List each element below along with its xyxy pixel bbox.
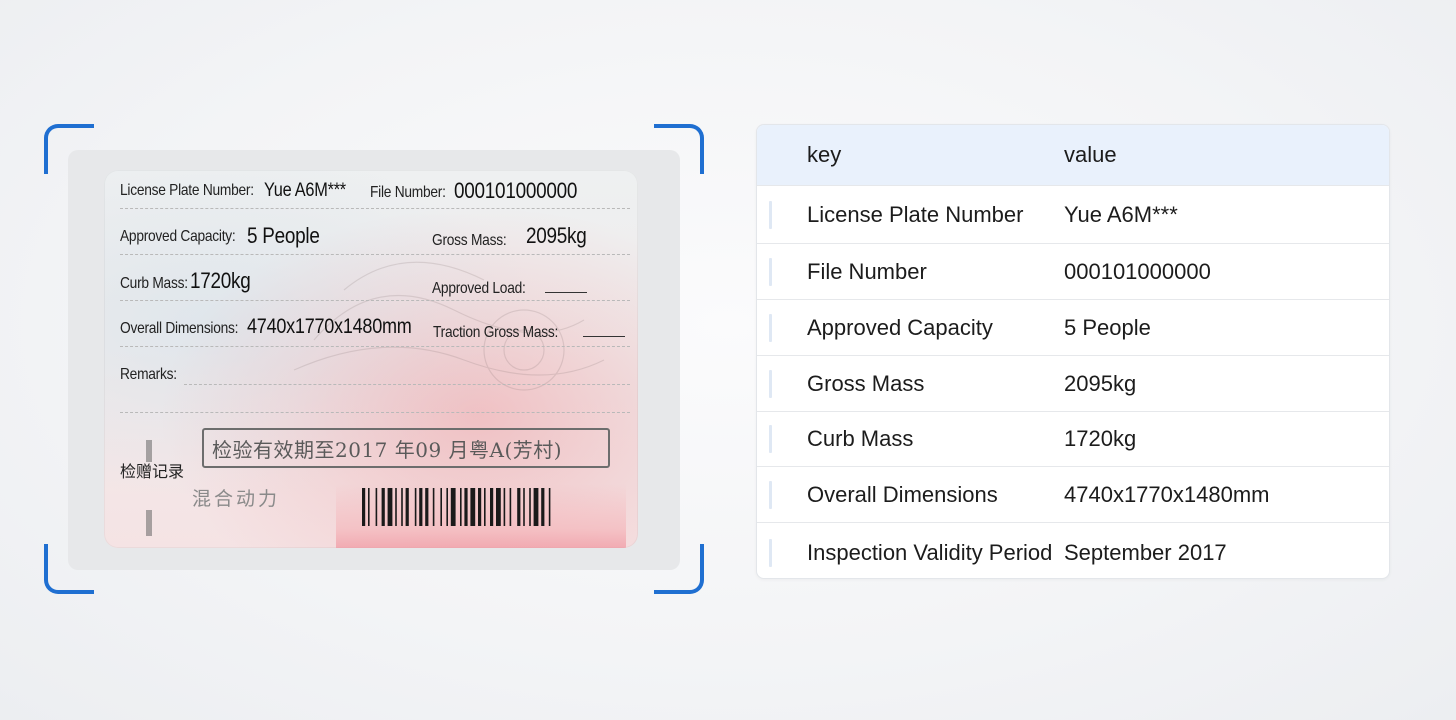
row-marker (769, 539, 772, 567)
remarks-label: Remarks: (120, 366, 177, 383)
row-value: 000101000000 (1064, 258, 1211, 284)
table-row[interactable]: Curb Mass 1720kg (757, 411, 1389, 466)
traction-gross-mass-blank (582, 322, 625, 337)
overall-dimensions-label: Overall Dimensions: (120, 320, 239, 337)
hybrid-label: 混合动力 (192, 488, 281, 510)
overall-dimensions-line: Overall Dimensions: (120, 320, 257, 338)
edge-mark (146, 510, 152, 536)
traction-gross-mass-line: Traction Gross Mass: (433, 322, 625, 342)
file-number-value: 000101000000 (454, 178, 578, 203)
row-marker (769, 257, 772, 286)
gross-mass-line: Gross Mass: (432, 232, 519, 250)
dotted-rule (120, 254, 630, 255)
approved-capacity-line: Approved Capacity: (120, 228, 254, 246)
row-marker (769, 369, 772, 398)
row-value: Yue A6M*** (1064, 201, 1178, 227)
table-row[interactable]: Inspection Validity Period September 201… (757, 522, 1389, 578)
table-row[interactable]: Approved Capacity 5 People (757, 299, 1389, 355)
inspection-record-label: 检赠记录 (120, 462, 185, 481)
overall-dimensions-value: 4740x1770x1480mm (247, 315, 412, 338)
license-plate-line: License Plate Number: (120, 182, 276, 200)
row-key: Overall Dimensions (807, 481, 998, 507)
row-marker (769, 480, 772, 509)
table-row[interactable]: Overall Dimensions 4740x1770x1480mm (757, 466, 1389, 522)
row-key: License Plate Number (807, 201, 1024, 227)
curb-mass-value-wrap: 1720kg (190, 268, 260, 294)
file-number-label: File Number: (370, 184, 446, 201)
approved-capacity-label: Approved Capacity: (120, 228, 236, 245)
traction-gross-mass-label: Traction Gross Mass: (433, 324, 559, 341)
row-key: Curb Mass (807, 426, 914, 451)
approved-load-line: Approved Load: (432, 278, 587, 298)
header-value: value (1064, 142, 1117, 167)
dotted-rule (120, 346, 630, 347)
row-key: Approved Capacity (807, 314, 993, 340)
row-key: Inspection Validity Period (807, 540, 1053, 565)
table-header: key value (757, 125, 1389, 185)
header-key: key (807, 142, 842, 167)
gross-mass-value: 2095kg (526, 223, 587, 248)
dotted-rule (120, 208, 630, 209)
curb-mass-label: Curb Mass: (120, 275, 188, 292)
approved-capacity-value: 5 People (247, 223, 320, 248)
row-key: Gross Mass (807, 370, 925, 396)
license-plate-value: Yue A6M*** (264, 180, 346, 201)
key-value-table: key value License Plate Number Yue A6M**… (756, 124, 1390, 579)
barcode (362, 488, 551, 526)
approved-capacity-value-wrap: 5 People (247, 223, 331, 249)
inspection-stamp: 检验有效期至2017 年09 月粤A(芳村) (202, 428, 610, 468)
dotted-rule (184, 384, 630, 385)
dotted-rule (120, 300, 630, 301)
remarks-line: Remarks: (120, 366, 186, 384)
row-value: 4740x1770x1480mm (1064, 481, 1270, 507)
curb-mass-line: Curb Mass: (120, 275, 199, 293)
row-value: 1720kg (1064, 426, 1137, 451)
license-plate-value-wrap: Yue A6M*** (264, 180, 359, 202)
row-value: 2095kg (1064, 370, 1137, 396)
file-number-line: File Number: (370, 184, 458, 202)
overall-dimensions-value-wrap: 4740x1770x1480mm (247, 315, 438, 339)
row-marker (769, 200, 772, 229)
dotted-rule (120, 412, 630, 413)
row-value: September 2017 (1064, 540, 1227, 565)
approved-load-blank (544, 278, 587, 293)
gross-mass-value-wrap: 2095kg (526, 223, 596, 249)
row-key: File Number (807, 258, 927, 284)
table-row[interactable]: File Number 000101000000 (757, 243, 1389, 299)
edge-mark (146, 440, 152, 462)
table-row[interactable]: License Plate Number Yue A6M*** (757, 185, 1389, 243)
file-number-value-wrap: 000101000000 (454, 178, 597, 204)
row-value: 5 People (1064, 314, 1151, 340)
license-plate-label: License Plate Number: (120, 182, 254, 199)
curb-mass-value: 1720kg (190, 268, 251, 293)
vehicle-license-image: License Plate Number: Yue A6M*** File Nu… (104, 170, 638, 548)
table-row[interactable]: Gross Mass 2095kg (757, 355, 1389, 411)
approved-load-label: Approved Load: (432, 280, 526, 297)
gross-mass-label: Gross Mass: (432, 232, 507, 249)
row-marker (769, 425, 772, 453)
barcode-area (336, 484, 626, 548)
row-marker (769, 313, 772, 342)
